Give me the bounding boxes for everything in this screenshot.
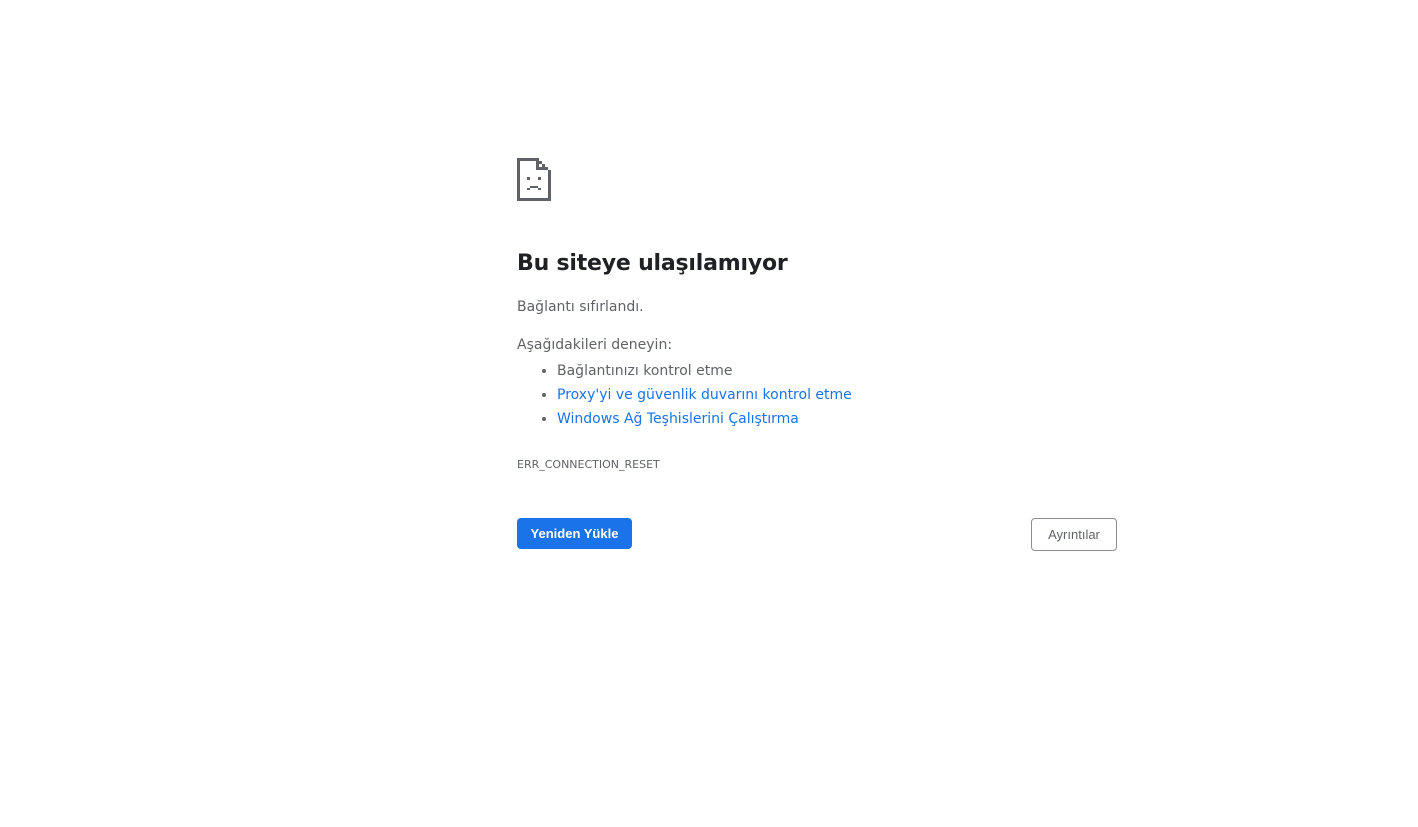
suggestion-check-connection: Bağlantınızı kontrol etme	[557, 363, 733, 379]
error-content: Bu siteye ulaşılamıyor Bağlantı sıfırlan…	[517, 158, 1117, 473]
page-title: Bu siteye ulaşılamıyor	[517, 251, 788, 276]
error-page: Bu siteye ulaşılamıyor Bağlantı sıfırlan…	[0, 0, 1418, 827]
sad-document-icon	[517, 158, 551, 201]
list-item: Windows Ağ Teşhislerini Çalıştırma	[557, 407, 1117, 431]
reload-button[interactable]: Yeniden Yükle	[517, 518, 632, 549]
details-button[interactable]: Ayrıntılar	[1031, 518, 1117, 551]
list-item: Proxy'yi ve güvenlik duvarını kontrol et…	[557, 383, 1117, 407]
error-description: Bağlantı sıfırlandı.	[517, 299, 644, 315]
suggestions-list: Bağlantınızı kontrol etme Proxy'yi ve gü…	[517, 359, 1117, 431]
error-code: ERR_CONNECTION_RESET	[517, 458, 660, 471]
suggestions-heading: Aşağıdakileri deneyin:	[517, 337, 673, 353]
suggestion-check-proxy-link[interactable]: Proxy'yi ve güvenlik duvarını kontrol et…	[557, 387, 852, 403]
list-item: Bağlantınızı kontrol etme	[557, 359, 1117, 383]
suggestion-network-diagnostics-link[interactable]: Windows Ağ Teşhislerini Çalıştırma	[557, 411, 799, 427]
